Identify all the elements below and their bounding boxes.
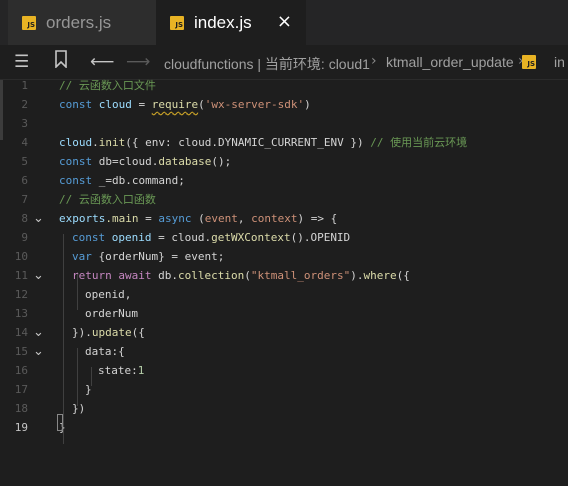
- code-line: 2 const cloud = require('wx-server-sdk'): [0, 95, 568, 114]
- line-number: 15: [14, 345, 28, 358]
- editor-toolbar: ☰ ⟵ ⟶ cloudfunctions | 当前环境: cloud1 › kt…: [0, 45, 568, 80]
- code-line: 3: [0, 114, 568, 133]
- line-number: 1: [21, 79, 28, 92]
- line-number: 8: [21, 212, 28, 225]
- line-number: 17: [14, 383, 28, 396]
- chevron-down-icon[interactable]: ⌄: [33, 342, 44, 361]
- code-line: 16 state:1: [0, 361, 568, 380]
- code-line: 12 openid,: [0, 285, 568, 304]
- chevron-right-icon: ›: [371, 53, 377, 69]
- code-line: 14 ⌄ }).update({: [0, 323, 568, 342]
- line-number: 12: [14, 288, 28, 301]
- breadcrumb-item[interactable]: cloudfunctions | 当前环境: cloud1: [164, 54, 370, 74]
- code-line: 4 cloud.init({ env: cloud.DYNAMIC_CURREN…: [0, 133, 568, 152]
- breadcrumb-item[interactable]: ktmall_order_update: [386, 54, 514, 70]
- line-number: 14: [14, 326, 28, 339]
- line-number: 3: [21, 117, 28, 130]
- line-number: 10: [14, 250, 28, 263]
- code-line: 5 const db=cloud.database();: [0, 152, 568, 171]
- code-line: 10 var {orderNum} = event;: [0, 247, 568, 266]
- line-number: 11: [14, 269, 28, 282]
- line-number: 2: [21, 98, 28, 111]
- code-line: 13 orderNum: [0, 304, 568, 323]
- forward-arrow-icon[interactable]: ⟶: [126, 51, 150, 73]
- code-line: 1 // 云函数入口文件: [0, 76, 568, 95]
- line-number: 13: [14, 307, 28, 320]
- breadcrumb-item[interactable]: in: [554, 54, 565, 70]
- line-number: 6: [21, 174, 28, 187]
- tab-bar: JS orders.js JS index.js ×: [0, 0, 568, 45]
- tab-orders-js[interactable]: JS orders.js: [8, 0, 156, 45]
- line-number: 19: [14, 421, 28, 434]
- close-icon[interactable]: ×: [277, 11, 292, 33]
- code-line-current: 19 }: [0, 418, 568, 437]
- javascript-file-icon: JS: [522, 55, 536, 69]
- chevron-down-icon[interactable]: ⌄: [33, 266, 44, 285]
- code-line: 7 // 云函数入口函数: [0, 190, 568, 209]
- tab-label: index.js: [194, 12, 252, 32]
- menu-lines-icon[interactable]: ☰: [14, 51, 29, 73]
- chevron-down-icon[interactable]: ⌄: [33, 323, 44, 342]
- back-arrow-icon[interactable]: ⟵: [90, 51, 114, 73]
- tab-label: orders.js: [46, 12, 112, 32]
- line-number: 4: [21, 136, 28, 149]
- code-line: 8 ⌄ exports.main = async (event, context…: [0, 209, 568, 228]
- line-number: 7: [21, 193, 28, 206]
- tab-index-js[interactable]: JS index.js ×: [156, 0, 306, 45]
- line-number: 18: [14, 402, 28, 415]
- chevron-down-icon[interactable]: ⌄: [33, 209, 44, 228]
- javascript-file-icon: JS: [22, 15, 36, 30]
- code-line: 11 ⌄ return await db.collection("ktmall_…: [0, 266, 568, 285]
- bookmark-icon[interactable]: [54, 50, 68, 74]
- code-editor[interactable]: 1 // 云函数入口文件 2 const cloud = require('wx…: [0, 79, 568, 486]
- code-line: 15 ⌄ data:{: [0, 342, 568, 361]
- line-number: 9: [21, 231, 28, 244]
- code-line: 6 const _=db.command;: [0, 171, 568, 190]
- code-line: 17 }: [0, 380, 568, 399]
- code-line: 9 const openid = cloud.getWXContext().OP…: [0, 228, 568, 247]
- line-number: 16: [14, 364, 28, 377]
- line-number: 5: [21, 155, 28, 168]
- code-line: 18 }): [0, 399, 568, 418]
- javascript-file-icon: JS: [170, 15, 184, 30]
- bracket-match-highlight: [57, 414, 63, 431]
- comment: // 云函数入口文件: [59, 79, 156, 92]
